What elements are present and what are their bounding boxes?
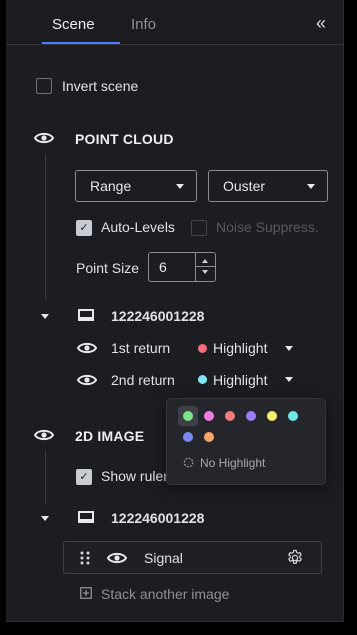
image-2d-heading: 2D IMAGE [75,428,145,444]
gear-icon[interactable] [286,549,304,567]
point-size-stepper-arrows[interactable] [195,253,215,281]
invert-scene-checkbox[interactable] [36,78,52,94]
tab-info[interactable]: Info [131,16,156,33]
tabs-divider [6,44,344,45]
color-swatch-cyan[interactable] [288,411,298,421]
collapse-panel-icon[interactable]: « [316,13,326,34]
image-layer-row-signal[interactable]: Signal [63,541,322,574]
color-swatch-blue[interactable] [183,432,193,442]
auto-levels-checkbox[interactable]: ✓ [76,220,92,236]
point-cloud-heading: POINT CLOUD [75,131,174,147]
color-swatch-purple[interactable] [246,411,256,421]
scene-panel: Scene Info « Invert scene POINT CLOUD Ra… [6,0,344,622]
point-size-stepper[interactable]: 6 [148,252,216,282]
color-mode-value: Range [90,178,132,194]
drag-handle-icon[interactable] [80,551,90,565]
increment-icon[interactable] [202,259,208,263]
second-return-label: 2nd return [111,372,175,388]
color-mode-select[interactable]: Range [75,170,197,202]
color-swatch-yellow[interactable] [267,411,277,421]
image-2d-visibility-eye-icon[interactable] [34,428,54,442]
tree-guide-line [45,451,46,503]
second-return-eye-icon[interactable] [77,373,97,387]
chevron-down-icon [176,184,184,189]
tab-scene[interactable]: Scene [52,16,95,33]
color-swatch-red[interactable] [225,411,235,421]
show-rulers-label: Show rulers [101,468,175,484]
noise-suppress-label: Noise Suppress. [216,219,319,235]
first-return-highlight[interactable]: Highlight [213,340,267,356]
color-swatch-orange[interactable] [204,432,214,442]
point-size-label: Point Size [76,260,140,276]
color-swatch-pink[interactable] [204,411,214,421]
expand-image-sensor-chevron-icon[interactable] [41,516,49,521]
first-return-color-dot [198,344,207,353]
show-rulers-checkbox[interactable]: ✓ [76,469,92,485]
chevron-down-icon[interactable] [285,377,293,382]
chevron-down-icon [307,184,315,189]
noise-suppress-checkbox[interactable] [191,220,207,236]
chevron-down-icon[interactable] [285,346,293,351]
no-highlight-icon [183,457,194,468]
no-highlight-option[interactable]: No Highlight [200,456,265,470]
decrement-icon[interactable] [202,270,208,274]
second-return-highlight[interactable]: Highlight [213,372,267,388]
first-return-label: 1st return [111,340,171,356]
stack-another-image-link[interactable]: Stack another image [101,586,229,602]
point-cloud-visibility-eye-icon[interactable] [34,131,54,145]
first-return-eye-icon[interactable] [77,341,97,355]
color-swatch-green[interactable] [183,411,193,421]
point-cloud-sensor-id: 122246001228 [111,308,205,324]
point-size-value: 6 [159,259,167,275]
expand-sensor-chevron-icon[interactable] [41,314,49,319]
add-square-icon[interactable] [80,587,92,599]
image-sensor-id: 122246001228 [111,510,205,526]
colormap-value: Ouster [223,178,266,194]
auto-levels-label: Auto-Levels [101,219,175,235]
sensor-device-icon [78,511,94,523]
signal-layer-label: Signal [144,550,183,566]
second-return-color-dot [198,375,207,384]
sensor-device-icon [78,309,94,321]
tree-guide-line [45,154,46,299]
colormap-select[interactable]: Ouster [208,170,328,202]
signal-layer-eye-icon[interactable] [107,551,127,565]
invert-scene-label: Invert scene [62,78,139,94]
highlight-color-popup: No Highlight [166,398,326,485]
